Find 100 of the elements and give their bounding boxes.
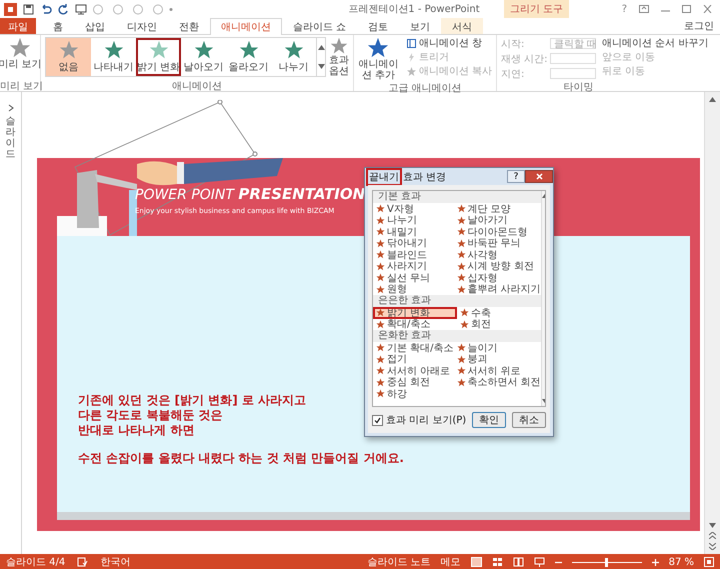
effect-item[interactable]: 십자형 [454,272,541,284]
scroll-down-icon[interactable] [318,64,324,69]
effect-item[interactable]: V자형 [373,203,454,214]
next-slide-icon[interactable] [709,543,716,550]
reading-view-icon[interactable] [512,557,524,567]
thumbnails-label[interactable]: 슬라이드 [6,116,16,160]
effect-options-button[interactable]: 효과 옵션 [326,37,352,77]
preview-checkbox[interactable]: 효과 미리 보기(P) [372,413,466,427]
ribbon-tab[interactable]: 보기 [399,18,442,34]
help-button[interactable]: ? [622,4,627,14]
spin-field[interactable] [550,53,596,64]
animation-gallery-item[interactable]: 날아오기 [181,38,226,76]
slideshow-icon[interactable] [75,4,87,14]
animation-gallery-item[interactable]: 나타내기 [91,38,136,76]
ribbon-tab[interactable]: 검토 [357,18,400,34]
effect-item[interactable]: 늘이기 [454,342,541,354]
effect-item[interactable]: 회전 [456,318,541,330]
effect-item[interactable]: 내밀기 [373,226,454,238]
star-icon [456,216,466,225]
close-icon[interactable] [703,5,712,13]
effect-item[interactable]: 수축 [456,307,541,318]
section-heading: 온화한 효과 [373,330,541,342]
ribbon-display-icon[interactable] [639,5,649,13]
slideshow-icon[interactable] [534,557,545,567]
scroll-up-icon[interactable] [709,97,716,102]
dialog-button[interactable]: 확인 [472,412,506,428]
previous-slide-icon[interactable] [709,532,716,539]
undo-icon[interactable] [40,4,52,14]
effect-item[interactable]: 닦아내기 [373,238,454,249]
effect-item[interactable]: 서서히 아래로 [373,365,454,376]
maximize-icon[interactable] [682,5,691,13]
slide-sorter-icon[interactable] [492,557,503,567]
scroll-up-icon[interactable] [318,45,324,50]
effect-item[interactable]: 시계 방향 회전 [454,260,541,272]
ribbon-tab[interactable]: 애니메이션 [210,18,282,35]
effect-item[interactable]: 다이아몬드형 [454,226,541,238]
save-icon[interactable] [23,4,34,14]
sign-in-link[interactable]: 로그인 [684,18,720,34]
effect-item[interactable]: 접기 [373,354,454,365]
slide-text: 수전 손잡이를 올렸다 내렸다 하는 것 처럼 만들어질 거에요. [78,451,404,466]
close-icon [536,173,542,180]
ribbon-tab[interactable]: 서식 [441,18,484,34]
star-icon [456,354,466,364]
effect-item[interactable]: 원형 [373,284,454,295]
checkmark-icon [374,416,381,424]
section-heading: 기본 효과 [373,191,541,203]
help-button[interactable]: ? [507,170,525,183]
spell-check-icon[interactable] [77,557,88,567]
fit-to-window-icon[interactable] [704,557,714,567]
expand-icon[interactable] [8,104,14,112]
effect-item[interactable]: 붕괴 [454,354,541,365]
effect-item[interactable]: 계단 모양 [454,203,541,214]
star-icon [456,238,466,248]
zoom-in-icon[interactable] [652,558,659,566]
effect-item[interactable]: 축소하면서 회전 [454,376,541,388]
ribbon-command[interactable]: 애니메이션 창 [406,37,492,49]
ribbon-tab[interactable]: 파일 [0,18,36,34]
star-icon [376,227,385,236]
effect-item[interactable]: 중심 회전 [373,376,454,388]
dialog-button[interactable]: 취소 [512,412,546,428]
star-icon [148,40,168,60]
spin-field[interactable] [550,68,596,79]
ribbon-tab[interactable]: 홈 [42,18,74,34]
animation-gallery-item[interactable]: 올라오기 [226,38,271,76]
normal-view-icon[interactable] [470,557,482,567]
scroll-down-icon[interactable] [709,523,716,528]
effect-item[interactable]: 실선 무늬 [373,272,454,284]
ribbon-tab[interactable]: 전환 [168,18,210,34]
effect-item[interactable]: 기본 확대/축소 [373,342,454,354]
effect-item[interactable]: 확대/축소 [373,318,457,330]
window-title: 프레젠테이션1 - PowerPoint [347,3,481,16]
ribbon-tab[interactable]: 디자인 [116,18,168,34]
effect-item[interactable]: 서서히 위로 [454,365,541,376]
animation-gallery-item[interactable]: 없음 [46,38,91,76]
comments-button[interactable]: 메모 [440,555,461,569]
effect-item[interactable]: 사각형 [454,249,541,260]
add-animation-button[interactable]: 애니메이션 추가 [354,37,403,81]
close-button[interactable] [525,170,553,183]
group-label: 애니메이션 [171,80,223,91]
language-indicator[interactable]: 한국어 [100,555,130,569]
effect-item[interactable]: 흩뿌려 사라지기 [454,284,541,295]
effect-item[interactable]: 사라지기 [373,260,454,272]
star-icon [456,204,466,214]
star-icon [238,40,258,60]
star-icon [367,37,390,59]
effect-item[interactable]: 하강 [373,388,454,400]
effect-item[interactable]: 블라인드 [373,249,454,260]
effect-item[interactable]: 날아가기 [454,214,541,226]
effect-item[interactable]: 나누기 [373,214,454,226]
ribbon-tab[interactable]: 슬라이드 쇼 [282,18,358,34]
notes-button[interactable]: 슬라이드 노트 [367,555,431,569]
animation-gallery-item[interactable]: 나누기 [271,38,316,76]
star-icon [194,40,214,60]
effect-item[interactable]: 바둑판 무늬 [454,238,541,249]
zoom-percent[interactable]: 87 % [668,556,694,568]
ribbon-tab[interactable]: 삽입 [74,18,116,34]
pane-icon [406,38,416,48]
lightning-icon [406,52,416,62]
app-logo-icon [4,2,17,16]
redo-icon[interactable] [58,4,69,14]
